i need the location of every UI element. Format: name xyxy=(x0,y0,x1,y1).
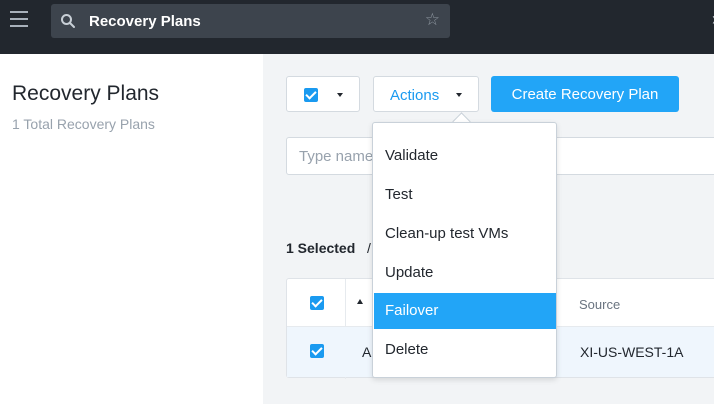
menu-item-delete[interactable]: Delete xyxy=(374,332,556,368)
select-all-checkbox[interactable] xyxy=(304,88,318,102)
global-search-box[interactable]: Recovery Plans ☆ xyxy=(51,4,450,38)
menu-item-failover[interactable]: Failover xyxy=(374,293,556,329)
actions-menu: Validate Test Clean-up test VMs Update F… xyxy=(372,122,557,378)
actions-button[interactable]: Actions xyxy=(373,76,479,112)
menu-item-test[interactable]: Test xyxy=(374,177,556,213)
menu-item-validate[interactable]: Validate xyxy=(374,138,556,174)
row-name[interactable]: A xyxy=(362,344,371,360)
menu-item-update[interactable]: Update xyxy=(374,255,556,291)
actions-label: Actions xyxy=(390,87,440,104)
column-header-source[interactable]: Source xyxy=(579,297,620,312)
chevron-down-icon xyxy=(337,93,343,97)
menu-icon[interactable] xyxy=(10,11,30,31)
selected-separator: / xyxy=(367,240,371,256)
search-icon xyxy=(61,14,75,28)
row-source: XI-US-WEST-1A xyxy=(580,344,684,360)
chevron-down-icon xyxy=(456,93,462,97)
menu-item-cleanup-test-vms[interactable]: Clean-up test VMs xyxy=(374,216,556,252)
select-all-dropdown[interactable] xyxy=(286,76,360,112)
top-bar: Recovery Plans ☆ › xyxy=(0,0,714,54)
search-input[interactable]: Recovery Plans xyxy=(89,13,201,30)
page-title: Recovery Plans xyxy=(12,82,160,105)
header-checkbox[interactable] xyxy=(310,296,324,310)
left-panel: Recovery Plans 1 Total Recovery Plans xyxy=(0,54,263,404)
selected-count: 1 Selected xyxy=(286,240,356,256)
create-recovery-plan-button[interactable]: Create Recovery Plan xyxy=(491,76,679,112)
page-subtitle: 1 Total Recovery Plans xyxy=(12,116,155,132)
star-icon[interactable]: ☆ xyxy=(425,11,440,28)
row-checkbox[interactable] xyxy=(310,344,324,358)
create-recovery-plan-label: Create Recovery Plan xyxy=(511,86,659,103)
sort-ascending-icon[interactable] xyxy=(357,299,363,304)
